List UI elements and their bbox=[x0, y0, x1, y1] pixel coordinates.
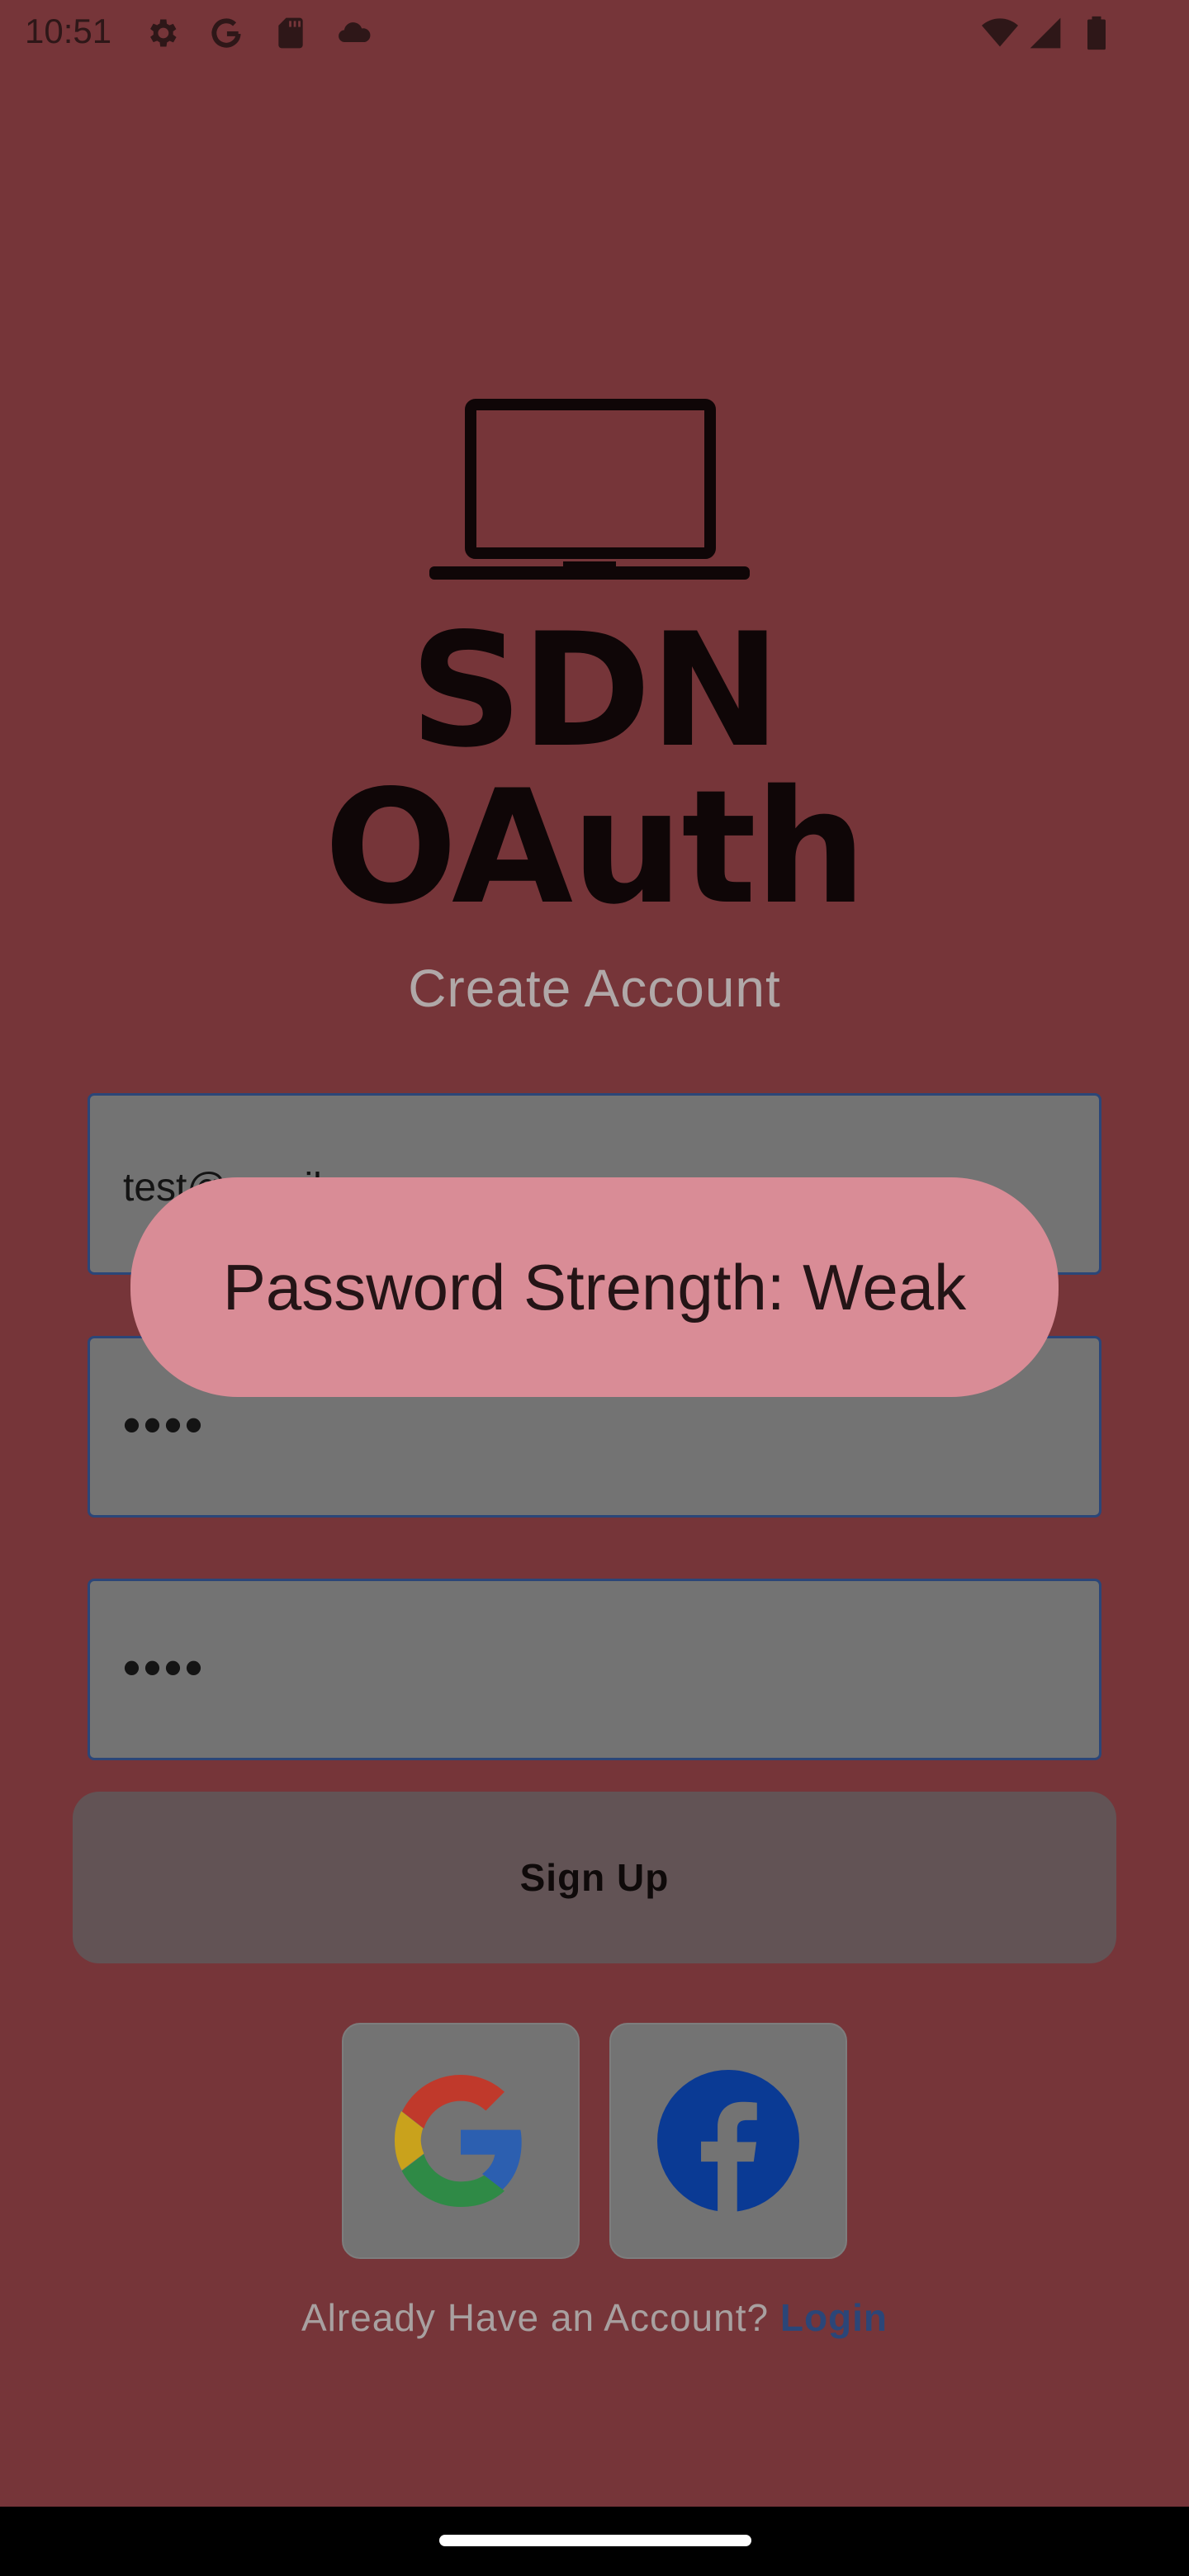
sign-up-button[interactable]: Sign Up bbox=[73, 1792, 1116, 1963]
password-strength-toast: Password Strength: Weak bbox=[130, 1177, 1059, 1397]
password-value: •••• bbox=[123, 1397, 206, 1452]
signup-screen: 10:51 SDN OAuth Create Account •••• ••••… bbox=[0, 0, 1189, 2576]
google-g-icon bbox=[208, 15, 244, 51]
app-logo-text: SDN OAuth bbox=[324, 599, 867, 939]
app-logo: SDN OAuth bbox=[165, 388, 1024, 926]
wifi-icon bbox=[979, 15, 1021, 51]
toast-text: Password Strength: Weak bbox=[222, 1250, 967, 1324]
signal-icon bbox=[1027, 15, 1063, 51]
confirm-password-value: •••• bbox=[123, 1640, 206, 1695]
home-gesture-handle[interactable] bbox=[439, 2535, 751, 2546]
cloud-icon bbox=[334, 15, 375, 51]
google-login-button[interactable] bbox=[342, 2023, 580, 2259]
status-time: 10:51 bbox=[25, 12, 112, 50]
gear-icon bbox=[144, 15, 180, 51]
sign-up-label: Sign Up bbox=[519, 1856, 670, 1899]
laptop-icon bbox=[423, 396, 756, 586]
login-prompt-text: Already Have an Account? bbox=[301, 2296, 770, 2339]
navigation-bar bbox=[0, 2507, 1189, 2576]
facebook-icon bbox=[657, 2070, 799, 2212]
facebook-login-button[interactable] bbox=[609, 2023, 847, 2259]
sd-card-icon bbox=[272, 15, 309, 51]
google-icon bbox=[395, 2075, 527, 2207]
login-link[interactable]: Login bbox=[780, 2296, 888, 2339]
status-bar: 10:51 bbox=[0, 0, 1189, 69]
battery-icon bbox=[1082, 15, 1111, 51]
login-prompt: Already Have an Account? Login bbox=[0, 2295, 1189, 2340]
confirm-password-field[interactable]: •••• bbox=[88, 1579, 1101, 1760]
page-title: Create Account bbox=[408, 959, 781, 1018]
